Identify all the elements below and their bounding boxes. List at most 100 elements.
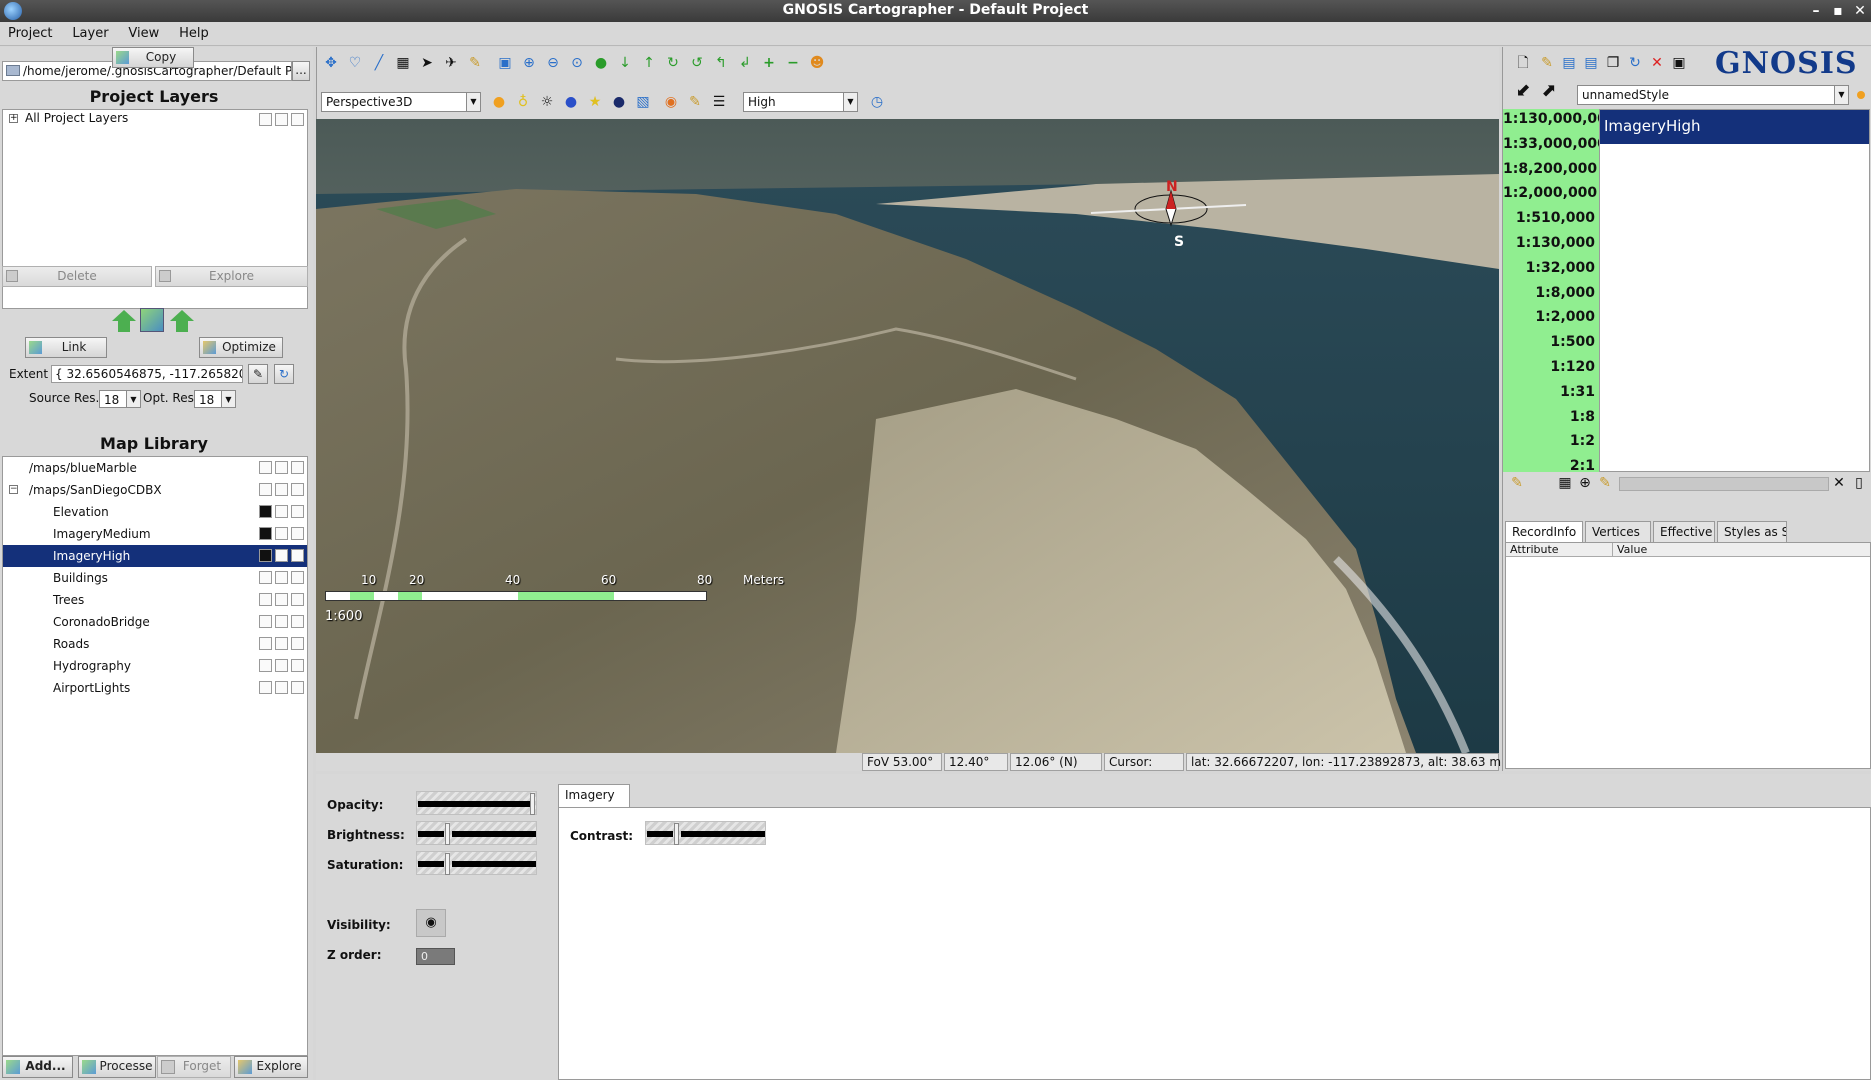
scale-level[interactable]: 2:1 — [1503, 458, 1597, 472]
visibility-checkbox[interactable] — [259, 681, 272, 694]
view-mode-select[interactable]: Perspective3D ▼ — [321, 92, 481, 112]
scale-level[interactable]: 1:130,000 — [1503, 235, 1597, 251]
scale-level[interactable]: 1:500 — [1503, 334, 1597, 350]
opacity-slider[interactable] — [416, 791, 537, 815]
atmosphere-icon[interactable]: ● — [561, 92, 581, 112]
scale-level[interactable]: 1:32,000 — [1503, 260, 1597, 276]
extent-pick-button[interactable]: ✎ — [248, 364, 268, 384]
compass-toggle-icon[interactable]: ◉ — [661, 92, 681, 112]
visibility-checkbox[interactable] — [259, 461, 272, 474]
tilt-down-icon[interactable]: ↲ — [735, 53, 755, 73]
selectable-checkbox[interactable] — [275, 659, 288, 672]
library-item[interactable]: Buildings — [3, 567, 307, 589]
remove-icon[interactable]: − — [783, 53, 803, 73]
selectable-checkbox[interactable] — [275, 527, 288, 540]
move-up-left-icon[interactable] — [112, 310, 136, 332]
brightness-slider[interactable] — [416, 821, 537, 845]
save-as-icon[interactable]: ▤ — [1581, 53, 1601, 73]
scale-level[interactable]: 1:510,000 — [1503, 210, 1597, 226]
editable-checkbox[interactable] — [291, 461, 304, 474]
map-library-tree[interactable]: /maps/blueMarble − /maps/SanDiegoCDBX Eleva… — [2, 456, 308, 1056]
selectable-checkbox[interactable] — [275, 637, 288, 650]
style-tab[interactable]: RecordInfo — [1505, 521, 1583, 543]
collapse-icon[interactable]: − — [9, 485, 18, 494]
scale-level[interactable]: 1:2 — [1503, 433, 1597, 449]
edit-rule-icon[interactable]: ✎ — [1507, 473, 1527, 493]
add-map-button[interactable]: Add... — [2, 1056, 73, 1078]
style-tab[interactable]: Vertices — [1585, 521, 1651, 543]
extent-field[interactable]: { 32.6560546875, -117.2658203 — [51, 365, 243, 383]
visibility-checkbox[interactable] — [259, 113, 272, 126]
extent-refresh-button[interactable]: ↻ — [274, 364, 294, 384]
table-icon[interactable]: ▦ — [1555, 473, 1575, 493]
map-3d-view[interactable]: N S 10 20 40 60 80 Meters 1:600 — [316, 119, 1499, 753]
attribute-column[interactable]: Attribute — [1510, 543, 1559, 556]
style-layers-list[interactable]: ImageryHigh — [1599, 109, 1870, 472]
optimize-button[interactable]: Optimize — [199, 337, 283, 358]
forget-button[interactable]: Forget — [157, 1056, 231, 1078]
select-area-icon[interactable]: ♡ — [345, 53, 365, 73]
selectable-checkbox[interactable] — [275, 113, 288, 126]
library-item[interactable]: AirportLights — [3, 677, 307, 699]
line-icon[interactable]: ╱ — [369, 53, 389, 73]
quality-select[interactable]: High ▼ — [743, 92, 858, 112]
selectable-checkbox[interactable] — [275, 549, 288, 562]
library-item[interactable]: − /maps/SanDiegoCDBX — [3, 479, 307, 501]
panel-icon[interactable]: ▯ — [1849, 473, 1869, 493]
tilt-up-icon[interactable]: ↰ — [711, 53, 731, 73]
editable-checkbox[interactable] — [291, 483, 304, 496]
bulb-icon[interactable]: ♁ — [513, 92, 533, 112]
visibility-checkbox[interactable] — [259, 593, 272, 606]
pencil-icon[interactable]: ✎ — [1595, 473, 1615, 493]
source-res-select[interactable]: 18 ▼ — [99, 390, 141, 408]
pan-down-icon[interactable]: ↓ — [615, 53, 635, 73]
editable-checkbox[interactable] — [291, 615, 304, 628]
scale-level[interactable]: 1:8 — [1503, 409, 1597, 425]
add-rule-icon[interactable]: ⊕ — [1575, 473, 1595, 493]
scale-level[interactable]: 1:33,000,000 — [1503, 136, 1599, 152]
export-icon[interactable]: ⬈ — [1539, 81, 1559, 101]
brightness-icon[interactable]: ☼ — [537, 92, 557, 112]
night-icon[interactable]: ● — [609, 92, 629, 112]
visibility-checkbox[interactable] — [259, 527, 272, 540]
contrast-slider[interactable] — [645, 821, 766, 845]
library-item[interactable]: /maps/blueMarble — [3, 457, 307, 479]
editable-checkbox[interactable] — [291, 659, 304, 672]
close-window-button[interactable]: ✕ — [1849, 0, 1871, 22]
value-column[interactable]: Value — [1612, 543, 1647, 557]
library-item[interactable]: Elevation — [3, 501, 307, 523]
editable-checkbox[interactable] — [291, 505, 304, 518]
zoom-out-icon[interactable]: ⊖ — [543, 53, 563, 73]
move-icon[interactable]: ✈ — [441, 53, 461, 73]
visibility-checkbox[interactable] — [259, 483, 272, 496]
editable-checkbox[interactable] — [291, 593, 304, 606]
scale-level[interactable]: 1:8,000 — [1503, 285, 1597, 301]
visibility-checkbox[interactable] — [259, 505, 272, 518]
explore-project-button[interactable]: Explore — [155, 266, 308, 287]
visibility-checkbox[interactable] — [259, 637, 272, 650]
library-item[interactable]: ImageryHigh — [3, 545, 307, 567]
explore-library-button[interactable]: Explore — [234, 1056, 308, 1078]
zorder-field[interactable]: 0 — [416, 948, 455, 965]
menu-view[interactable]: View — [120, 22, 167, 41]
visibility-checkbox[interactable] — [259, 571, 272, 584]
pan-up-icon[interactable]: ↑ — [639, 53, 659, 73]
library-item[interactable]: Roads — [3, 633, 307, 655]
navigate-icon[interactable]: ✥ — [321, 53, 341, 73]
properties-icon[interactable]: ▣ — [1669, 53, 1689, 73]
editable-checkbox[interactable] — [291, 571, 304, 584]
rotate-ccw-icon[interactable]: ↺ — [687, 53, 707, 73]
library-item[interactable]: Trees — [3, 589, 307, 611]
style-tab[interactable]: Effective St — [1653, 521, 1715, 543]
scale-level[interactable]: 1:31 — [1503, 384, 1597, 400]
save-style-icon[interactable]: ▤ — [1559, 53, 1579, 73]
delete-button[interactable]: Delete — [2, 266, 152, 287]
new-style-icon[interactable]: 🗋 — [1513, 53, 1533, 73]
copy-style-icon[interactable]: ❐ — [1603, 53, 1623, 73]
visibility-checkbox[interactable] — [259, 549, 272, 562]
delete-style-icon[interactable]: ✕ — [1647, 53, 1667, 73]
tab-imagery[interactable]: Imagery — [558, 784, 630, 808]
library-item[interactable]: ImageryMedium — [3, 523, 307, 545]
menu-help[interactable]: Help — [171, 22, 217, 41]
star-icon[interactable]: ★ — [585, 92, 605, 112]
